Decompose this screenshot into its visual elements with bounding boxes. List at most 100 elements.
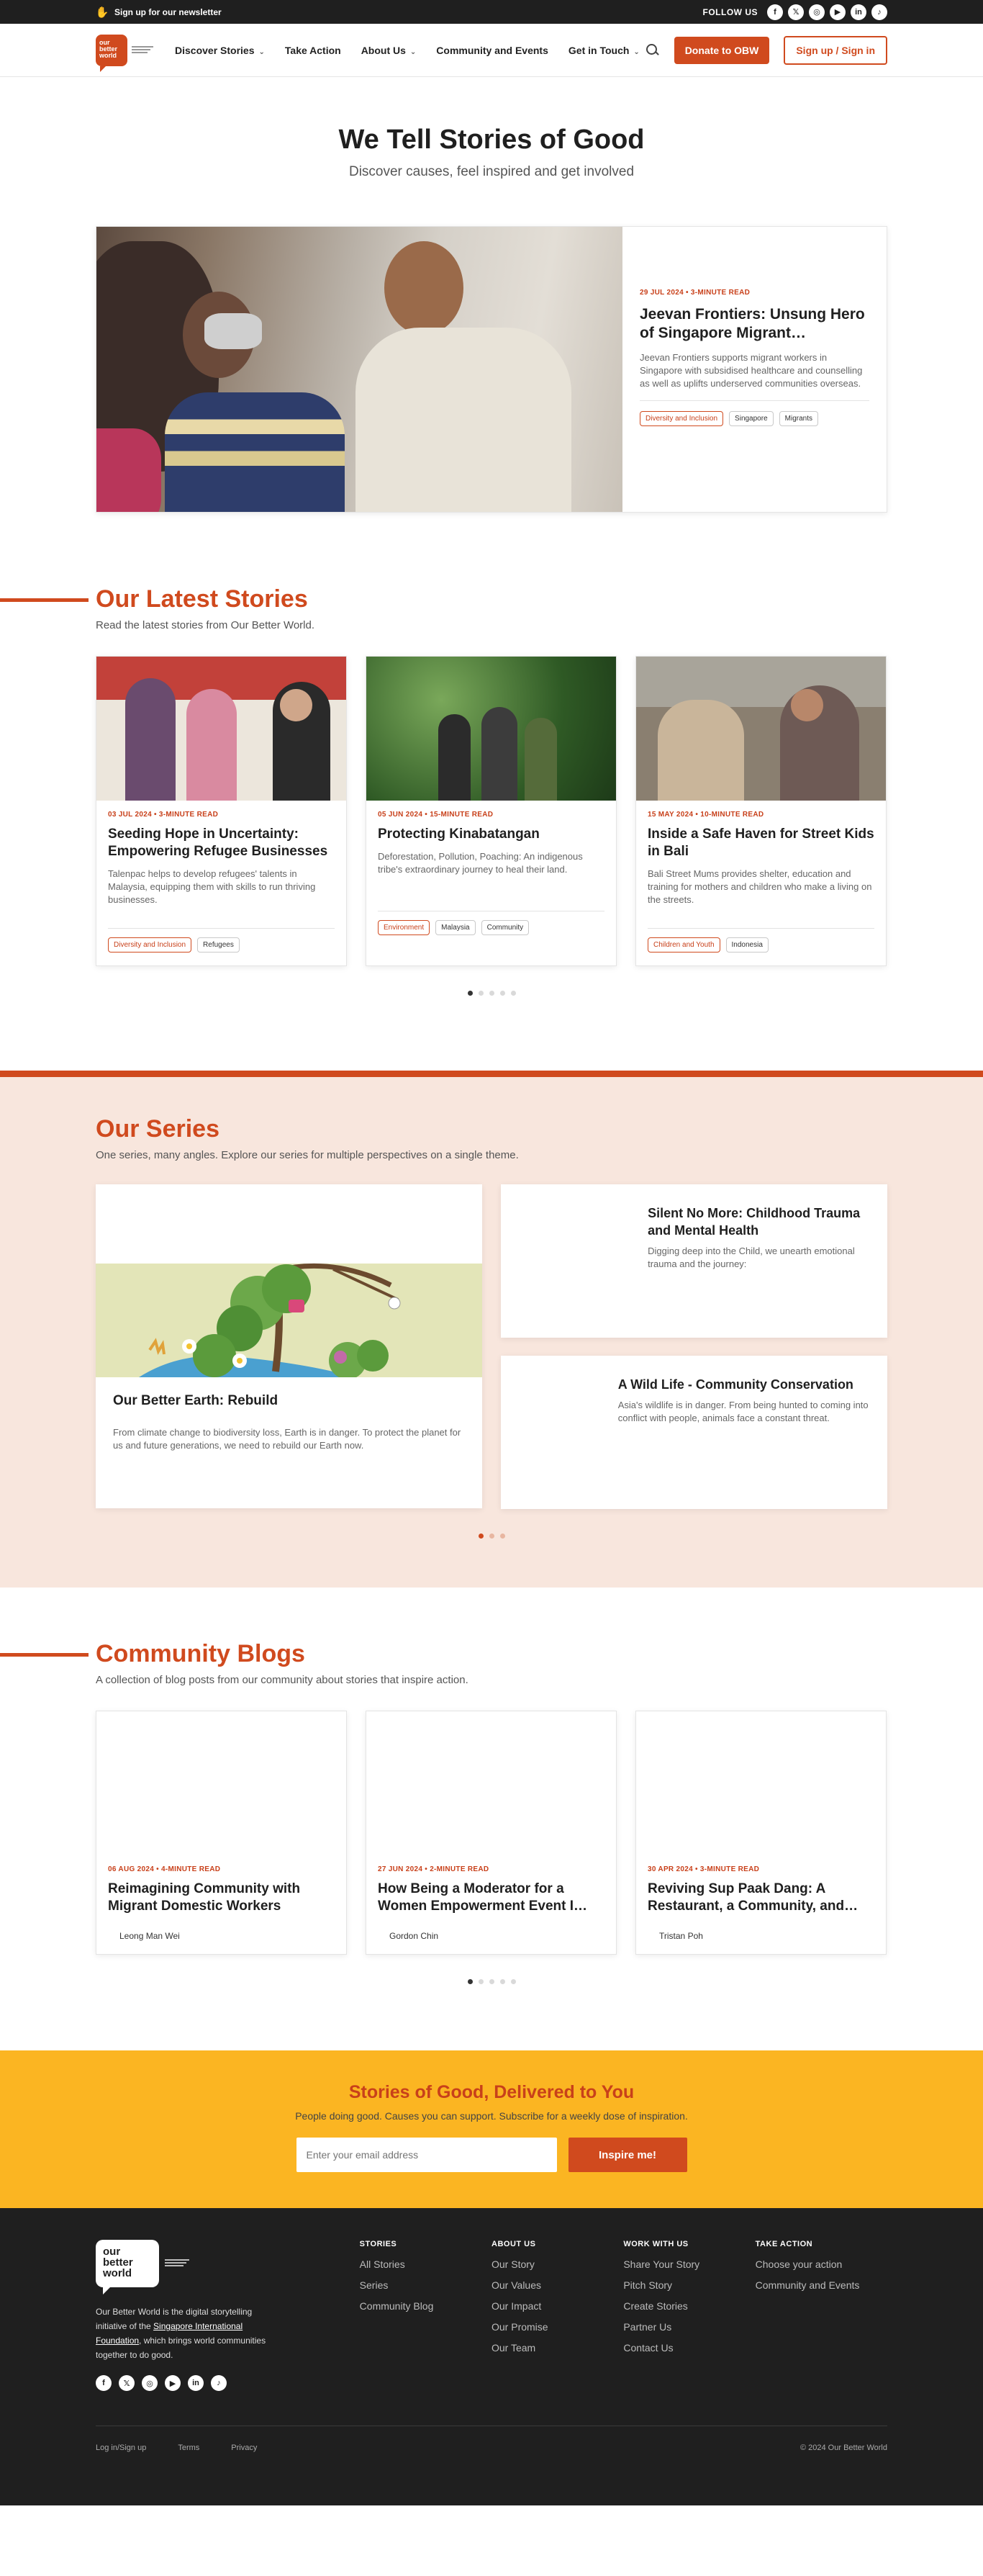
carousel-dot[interactable] [489,991,494,996]
tiktok-icon[interactable]: ♪ [211,2375,227,2391]
instagram-icon[interactable]: ◎ [809,4,825,20]
tag[interactable]: Singapore [729,411,774,426]
story-title[interactable]: Protecting Kinabatangan [378,826,604,843]
footer-link[interactable]: Our Story [491,2258,623,2270]
wave-hand-icon: ✋ [95,6,109,19]
latest-title: Our Latest Stories [96,585,308,613]
footer-link[interactable]: Partner Us [623,2321,755,2333]
tag[interactable]: Diversity and Inclusion [108,937,192,953]
tag[interactable]: Diversity and Inclusion [640,411,724,426]
youtube-icon[interactable]: ▶ [165,2375,181,2391]
nav-item-discover-stories[interactable]: Discover Stories ⌄ [175,45,265,56]
carousel-dot[interactable] [510,1979,516,1984]
featured-story-card[interactable]: 29 JUL 2024 • 3-MINUTE READ Jeevan Front… [96,226,887,513]
blog-card[interactable]: 06 AUG 2024 • 4-MINUTE READ Reimagining … [96,1711,347,1955]
facebook-icon[interactable]: f [96,2375,112,2391]
footer-link[interactable]: Create Stories [623,2300,755,2312]
nav-item-community-events[interactable]: Community and Events [436,45,548,56]
story-card[interactable]: 03 JUL 2024 • 3-MINUTE READ Seeding Hope… [96,656,347,966]
tiktok-icon[interactable]: ♪ [871,4,887,20]
terms-link[interactable]: Terms [178,2444,199,2452]
blog-card[interactable]: 27 JUN 2024 • 2-MINUTE READ How Being a … [366,1711,617,1955]
story-title[interactable]: Seeding Hope in Uncertainty: Empowering … [108,826,335,860]
nav-item-get-in-touch[interactable]: Get in Touch ⌄ [568,45,640,56]
series-card-main[interactable]: Our Better Earth: Rebuild From climate c… [96,1184,482,1508]
carousel-dot[interactable] [499,1979,505,1984]
carousel-dot[interactable] [478,1534,484,1539]
blog-title[interactable]: How Being a Moderator for a Women Empowe… [378,1881,604,1915]
linkedin-icon[interactable]: in [851,4,866,20]
story-meta: 15 MAY 2024 • 10-MINUTE READ [648,811,764,819]
nav-item-label: Take Action [284,45,341,56]
carousel-dot[interactable] [467,1979,473,1984]
tag[interactable]: Community [481,920,530,935]
series-card-title[interactable]: A Wild Life - Community Conservation [618,1376,870,1393]
tag[interactable]: Refugees [197,937,240,953]
site-logo[interactable]: our better world [96,35,156,72]
tag[interactable]: Children and Youth [648,937,720,953]
footer-link[interactable]: Contact Us [623,2342,755,2354]
linkedin-icon[interactable]: in [188,2375,204,2391]
footer-link[interactable]: Our Team [491,2342,623,2354]
youtube-icon[interactable]: ▶ [830,4,846,20]
carousel-dot[interactable] [499,1534,505,1539]
tag[interactable]: Malaysia [435,920,476,935]
tag[interactable]: Migrants [779,411,818,426]
footer-link[interactable]: Community Blog [360,2300,491,2312]
tag[interactable]: Indonesia [725,937,769,953]
tag[interactable]: Environment [378,920,430,935]
footer-link[interactable]: All Stories [360,2258,491,2270]
carousel-dot[interactable] [467,991,473,996]
email-input[interactable] [296,2138,557,2172]
footer-link[interactable]: Pitch Story [623,2279,755,2291]
footer-link[interactable]: Our Promise [491,2321,623,2333]
instagram-icon[interactable]: ◎ [142,2375,158,2391]
newsletter-link[interactable]: ✋ Sign up for our newsletter [96,6,222,19]
carousel-dot[interactable] [499,991,505,996]
login-link[interactable]: Log in/Sign up [96,2444,146,2452]
x-icon[interactable]: 𝕏 [119,2375,135,2391]
series-card[interactable]: A Wild Life - Community Conservation Asi… [501,1356,887,1509]
footer-link[interactable]: Community and Events [756,2279,887,2291]
featured-story-title[interactable]: Jeevan Frontiers: Unsung Hero of Singapo… [640,305,869,343]
footer-link[interactable]: Our Impact [491,2300,623,2312]
blog-card[interactable]: 30 APR 2024 • 3-MINUTE READ Reviving Sup… [635,1711,887,1955]
carousel-dot[interactable] [478,991,484,996]
footer-col-action: TAKE ACTION Choose your action Community… [756,2240,887,2391]
carousel-dot[interactable] [489,1979,494,1984]
facebook-icon[interactable]: f [767,4,783,20]
blogs-title: Community Blogs [96,1640,305,1667]
nav-item-label: About Us [361,45,406,56]
carousel-dot[interactable] [489,1534,494,1539]
carousel-dot[interactable] [478,1979,484,1984]
carousel-dot[interactable] [510,991,516,996]
story-card[interactable]: 05 JUN 2024 • 15-MINUTE READ Protecting … [366,656,617,966]
series-title: Our Series [96,1115,219,1143]
series-card[interactable]: Silent No More: Childhood Trauma and Men… [501,1184,887,1338]
footer-col-heading: STORIES [359,2240,397,2248]
nav-item-take-action[interactable]: Take Action [285,45,341,56]
series-card-title[interactable]: Silent No More: Childhood Trauma and Men… [648,1204,870,1239]
series-main-title[interactable]: Our Better Earth: Rebuild [113,1393,465,1409]
section-accent-line [0,1653,89,1657]
footer-link[interactable]: Series [360,2279,491,2291]
privacy-link[interactable]: Privacy [231,2444,257,2452]
blog-title[interactable]: Reviving Sup Paak Dang: A Restaurant, a … [648,1881,874,1915]
blog-image [96,1711,346,1855]
signin-button[interactable]: Sign up / Sign in [784,36,887,65]
x-icon[interactable]: 𝕏 [788,4,804,20]
story-title[interactable]: Inside a Safe Haven for Street Kids in B… [648,826,874,860]
copyright: © 2024 Our Better World [799,2444,887,2452]
footer-link[interactable]: Choose your action [756,2258,887,2270]
blog-title[interactable]: Reimagining Community with Migrant Domes… [108,1881,335,1915]
series-subtitle: One series, many angles. Explore our ser… [96,1149,519,1161]
search-icon[interactable] [645,43,660,58]
story-card[interactable]: 15 MAY 2024 • 10-MINUTE READ Inside a Sa… [635,656,887,966]
top-bar: ✋ Sign up for our newsletter FOLLOW US f… [0,0,983,24]
donate-button[interactable]: Donate to OBW [674,37,770,64]
nav-item-about-us[interactable]: About Us ⌄ [361,45,417,56]
footer-link[interactable]: Our Values [491,2279,623,2291]
subscribe-button[interactable]: Inspire me! [568,2138,687,2172]
footer-link[interactable]: Share Your Story [623,2258,755,2270]
footer-logo[interactable]: our better world [96,2240,360,2294]
